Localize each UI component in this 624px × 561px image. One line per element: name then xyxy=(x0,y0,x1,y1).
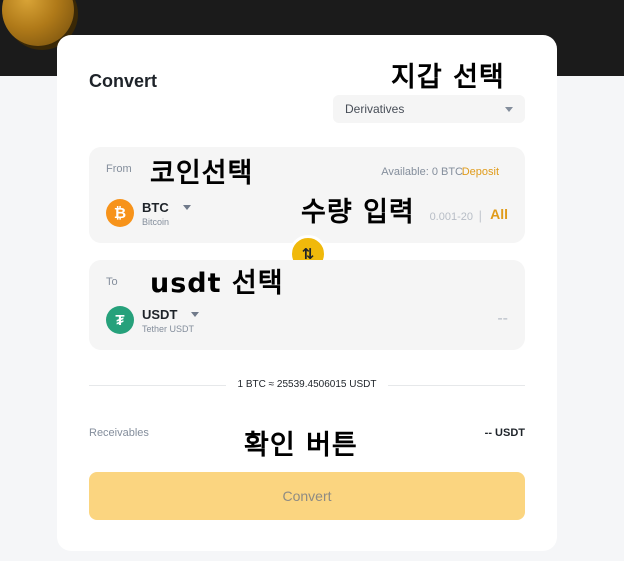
annotation-coin-select: 코인선택 xyxy=(150,158,254,189)
annotation-usdt-select: usdt 선택 xyxy=(150,268,284,299)
available-balance: Available: 0 BTC xyxy=(381,166,463,178)
to-coin-name: Tether USDT xyxy=(142,323,195,334)
wallet-dropdown-value: Derivatives xyxy=(345,102,405,116)
deposit-link[interactable]: Deposit xyxy=(462,166,499,178)
divider: | xyxy=(478,208,482,223)
from-coin-name: Bitcoin xyxy=(142,216,170,227)
receivables-value: -- USDT xyxy=(484,427,525,439)
chevron-down-icon xyxy=(182,204,191,210)
chevron-down-icon xyxy=(191,311,200,317)
bitcoin-icon: ₿ xyxy=(106,199,134,227)
from-coin-selector[interactable]: ₿ BTC Bitcoin xyxy=(106,199,191,227)
to-amount: -- xyxy=(497,310,508,327)
receivables-label: Receivables xyxy=(89,427,149,439)
exchange-rate: 1 BTC ≈ 25539.4506015 USDT xyxy=(89,379,525,390)
exchange-rate-text: 1 BTC ≈ 25539.4506015 USDT xyxy=(225,379,389,390)
convert-button[interactable]: Convert xyxy=(89,472,525,520)
page-title: Convert xyxy=(89,71,158,91)
to-coin-symbol: USDT xyxy=(142,306,178,322)
to-coin-selector[interactable]: ₮ USDT Tether USDT xyxy=(106,306,200,334)
from-coin-symbol: BTC xyxy=(142,199,169,215)
annotation-confirm-button: 확인 버튼 xyxy=(244,430,358,461)
to-label: To xyxy=(106,276,118,288)
amount-input[interactable]: 0.001-20 xyxy=(430,211,473,223)
chevron-down-icon xyxy=(505,106,513,112)
wallet-dropdown[interactable]: Derivatives xyxy=(333,95,525,123)
all-button[interactable]: All xyxy=(490,206,508,222)
from-label: From xyxy=(106,163,132,175)
annotation-wallet-select: 지갑 선택 xyxy=(391,62,505,93)
convert-card: Convert Derivatives From Available: 0 BT… xyxy=(57,35,557,551)
annotation-amount-input: 수량 입력 xyxy=(301,197,415,228)
tether-icon: ₮ xyxy=(106,306,134,334)
